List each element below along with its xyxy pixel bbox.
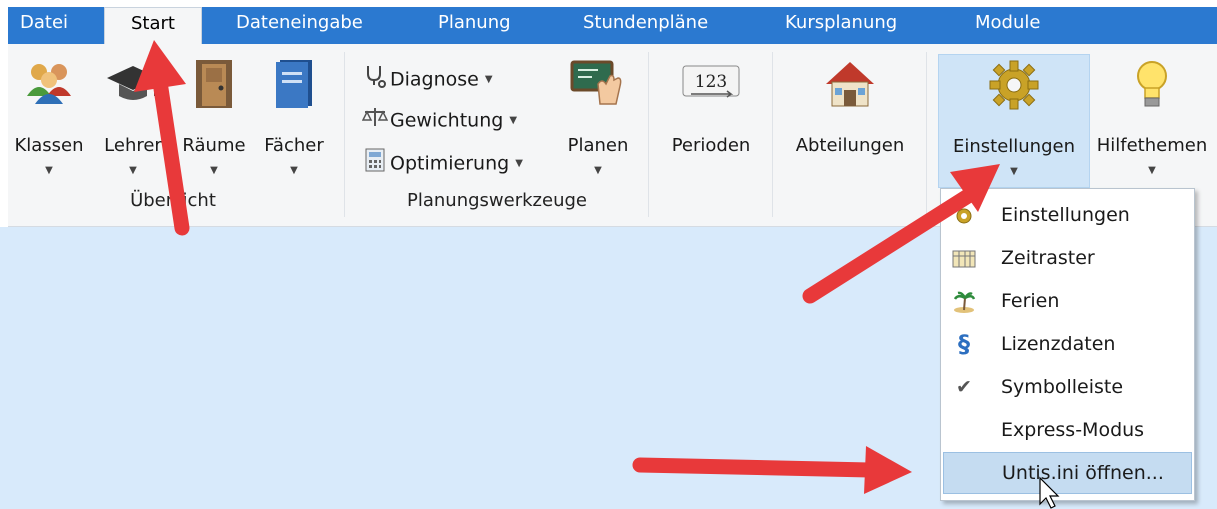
chevron-down-icon: ▼ <box>515 158 523 169</box>
lightbulb-icon <box>1132 58 1172 115</box>
hilfethemen-label: Hilfethemen <box>1096 135 1208 156</box>
diagnose-button[interactable]: Diagnose ▼ <box>360 64 493 92</box>
periods-counter-icon: 123 <box>681 58 741 107</box>
chevron-down-icon: ▼ <box>45 165 53 176</box>
tab-start[interactable]: Start <box>104 7 202 48</box>
einstellungen-dropdown-menu: Einstellungen Zeitraster Ferien § Lizenz… <box>940 188 1195 501</box>
chevron-down-icon: ▼ <box>509 115 518 126</box>
chevron-down-icon: ▼ <box>1148 165 1156 176</box>
perioden-label: Perioden <box>671 135 751 156</box>
abteilungen-button[interactable]: Abteilungen <box>780 44 920 184</box>
chevron-down-icon: ▼ <box>484 74 493 85</box>
book-icon <box>272 58 316 115</box>
raeume-label: Räume <box>182 135 246 156</box>
lehrer-label: Lehrer <box>104 135 162 156</box>
chevron-down-icon: ▼ <box>1010 166 1018 177</box>
menu-item-ferien[interactable]: Ferien <box>943 281 1190 321</box>
perioden-button[interactable]: 123 Perioden <box>656 44 766 184</box>
faecher-button[interactable]: Fächer ▼ <box>256 44 332 184</box>
menu-item-label: Zeitraster <box>1001 247 1095 269</box>
menu-item-untis-ini-oeffnen[interactable]: Untis.ini öffnen... <box>943 452 1192 494</box>
house-icon <box>824 58 876 115</box>
door-icon <box>194 58 234 115</box>
group-label-planungswerkzeuge: Planungswerkzeuge <box>407 190 587 211</box>
menu-item-label: Einstellungen <box>1001 204 1130 226</box>
planen-label: Planen <box>567 135 629 156</box>
hilfethemen-button[interactable]: Hilfethemen ▼ <box>1090 44 1214 184</box>
lehrer-button[interactable]: Lehrer ▼ <box>94 44 172 184</box>
optimierung-button[interactable]: Optimierung ▼ <box>360 148 523 176</box>
klassen-label: Klassen <box>14 135 84 156</box>
menu-item-lizenzdaten[interactable]: § Lizenzdaten <box>943 324 1190 364</box>
menu-item-zeitraster[interactable]: Zeitraster <box>943 238 1190 278</box>
paragraph-icon: § <box>958 330 970 358</box>
menu-item-symbolleiste[interactable]: ✔ Symbolleiste <box>943 367 1190 407</box>
group-separator <box>926 52 927 217</box>
tab-module[interactable]: Module <box>975 7 1040 44</box>
hand-board-icon <box>568 58 628 115</box>
stethoscope-icon <box>360 64 390 96</box>
menu-item-label: Express-Modus <box>1001 419 1145 441</box>
abteilungen-label: Abteilungen <box>795 135 905 156</box>
menu-item-label: Ferien <box>1001 290 1060 312</box>
group-separator <box>344 52 345 217</box>
faecher-label: Fächer <box>264 135 324 156</box>
gewichtung-button[interactable]: Gewichtung ▼ <box>360 106 517 134</box>
raeume-button[interactable]: Räume ▼ <box>176 44 252 184</box>
menu-item-label: Lizenzdaten <box>1001 333 1116 355</box>
tab-stundenplaene[interactable]: Stundenpläne <box>583 7 708 44</box>
einstellungen-button[interactable]: Einstellungen ▼ <box>938 54 1090 188</box>
tab-planung[interactable]: Planung <box>438 7 511 44</box>
group-separator <box>648 52 649 217</box>
tab-datei[interactable]: Datei <box>20 7 68 44</box>
calculator-icon <box>360 148 390 180</box>
chevron-down-icon: ▼ <box>594 165 602 176</box>
planen-button[interactable]: Planen ▼ <box>558 44 638 184</box>
periods-icon-text: 123 <box>695 72 727 92</box>
einstellungen-label: Einstellungen <box>952 136 1076 157</box>
classes-people-icon <box>25 58 73 111</box>
ribbon-tab-bar: Datei Start Dateneingabe Planung Stunden… <box>8 7 1217 48</box>
checkmark-icon: ✔ <box>956 376 972 398</box>
gear-icon <box>988 59 1040 116</box>
menu-item-express-modus[interactable]: Express-Modus <box>943 410 1190 450</box>
optimierung-label: Optimierung <box>390 152 510 175</box>
graduation-cap-icon <box>105 58 161 111</box>
chevron-down-icon: ▼ <box>210 165 218 176</box>
tab-dateneingabe[interactable]: Dateneingabe <box>236 7 363 44</box>
klassen-button[interactable]: Klassen ▼ <box>8 44 90 184</box>
scales-icon <box>360 106 390 136</box>
palm-island-icon <box>949 281 979 321</box>
chevron-down-icon: ▼ <box>129 165 137 176</box>
group-label-uebersicht: Übersicht <box>130 190 216 211</box>
chevron-down-icon: ▼ <box>290 165 298 176</box>
menu-item-label: Symbolleiste <box>1001 376 1124 398</box>
diagnose-label: Diagnose <box>390 68 479 91</box>
gewichtung-label: Gewichtung <box>390 109 504 132</box>
tab-kursplanung[interactable]: Kursplanung <box>785 7 897 44</box>
menu-item-label: Untis.ini öffnen... <box>1002 462 1164 484</box>
group-separator <box>772 52 773 217</box>
gear-icon <box>949 195 979 235</box>
timetable-grid-icon <box>949 238 979 278</box>
menu-item-einstellungen[interactable]: Einstellungen <box>943 195 1190 235</box>
